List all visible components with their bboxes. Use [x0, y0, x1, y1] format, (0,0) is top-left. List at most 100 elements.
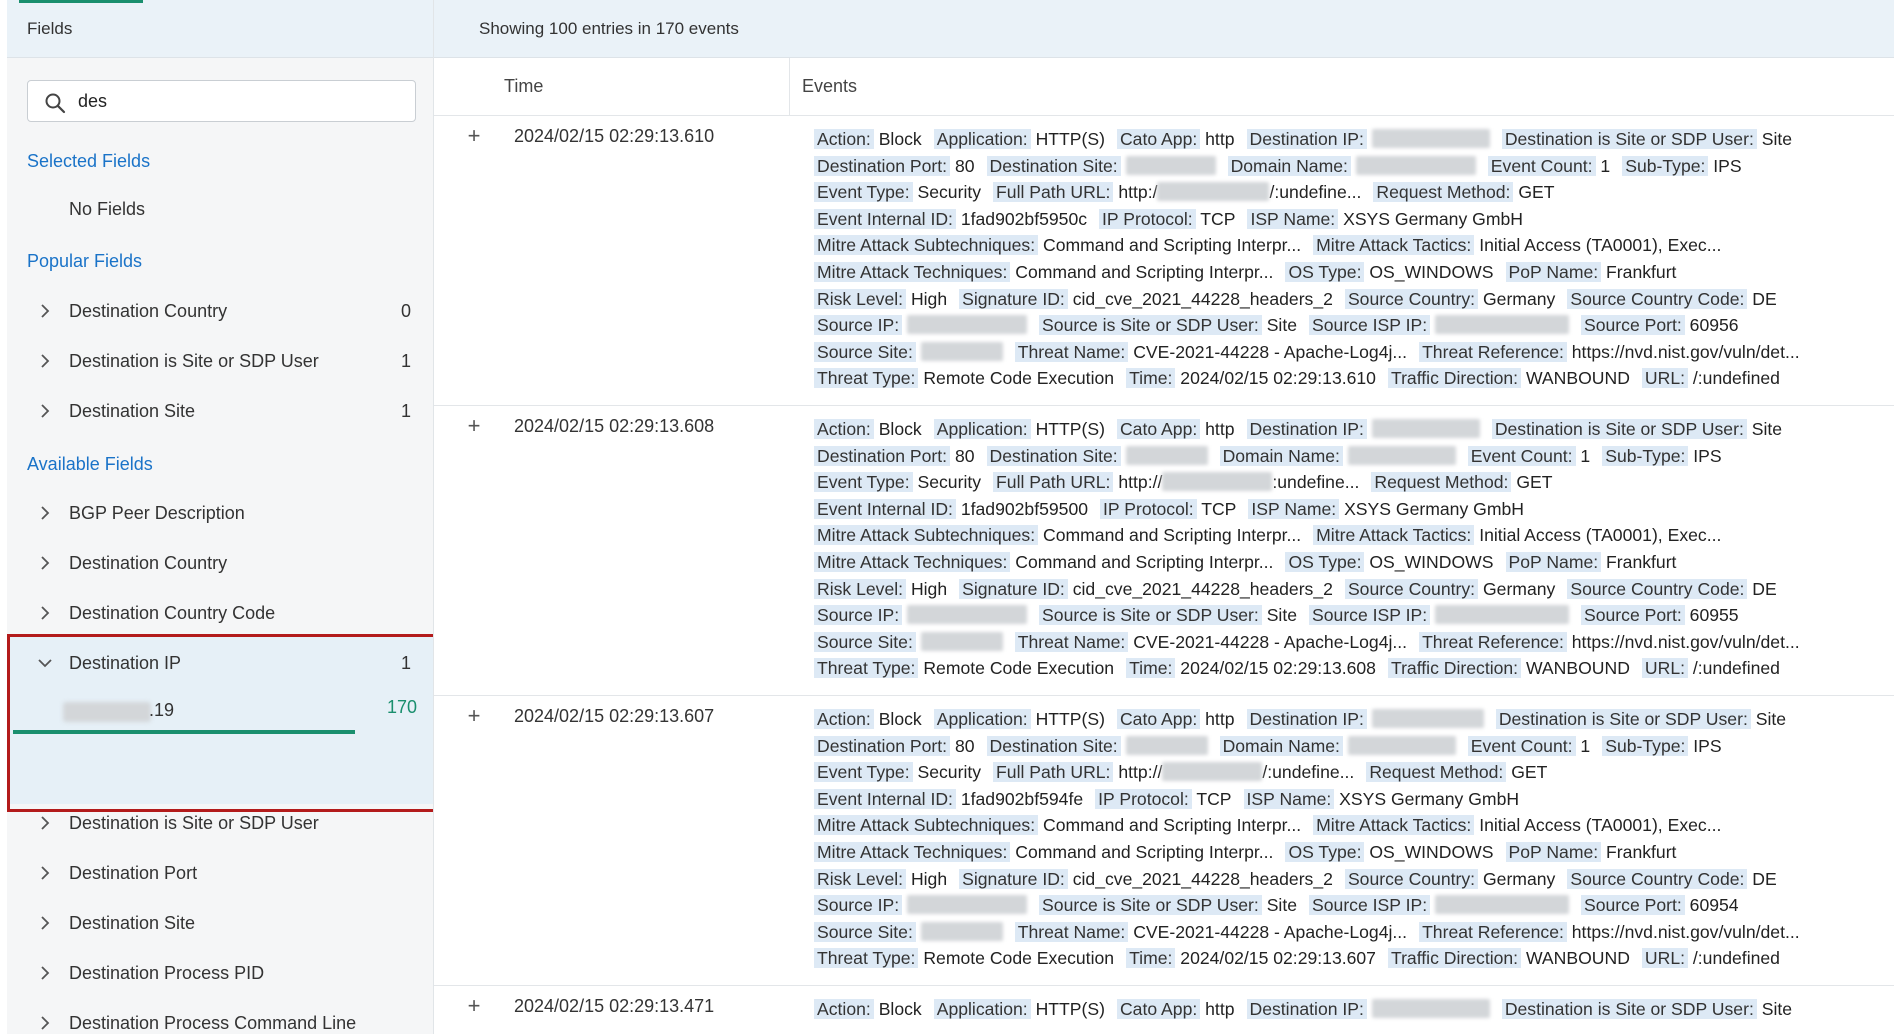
event-field-key[interactable]: Mitre Attack Techniques:: [814, 841, 1011, 862]
event-field-key[interactable]: Source is Site or SDP User:: [1039, 605, 1262, 626]
event-field-value[interactable]: 1: [1600, 156, 1610, 176]
event-field-key[interactable]: Mitre Attack Tactics:: [1313, 235, 1475, 256]
event-field-value[interactable]: 1: [1580, 446, 1590, 466]
event-field-value[interactable]: https://nvd.nist.gov/vuln/det...: [1572, 922, 1800, 942]
event-field-value[interactable]: cid_cve_2021_44228_headers_2: [1073, 579, 1333, 599]
event-field-value[interactable]: Command and Scripting Interpr...: [1043, 525, 1301, 545]
expand-plus-icon[interactable]: +: [462, 124, 486, 148]
event-field-key[interactable]: Request Method:: [1373, 182, 1514, 203]
chevron-down-icon[interactable]: [37, 655, 53, 671]
event-field-key[interactable]: Event Count:: [1487, 155, 1596, 176]
event-field-key[interactable]: Threat Type:: [814, 948, 919, 969]
event-field-value[interactable]: 60955: [1690, 605, 1739, 625]
event-field-key[interactable]: Risk Level:: [814, 868, 907, 889]
event-field-value[interactable]: Site: [1752, 419, 1782, 439]
event-field-value[interactable]: Site: [1762, 999, 1792, 1019]
event-field-key[interactable]: Destination IP:: [1246, 709, 1367, 729]
event-field-value[interactable]: IPS: [1693, 446, 1721, 466]
event-field-value[interactable]: OS_WINDOWS: [1369, 842, 1493, 862]
event-field-key[interactable]: Event Type:: [814, 762, 913, 783]
event-field-value[interactable]: 1fad902bf594fe: [961, 789, 1083, 809]
event-row[interactable]: +2024/02/15 02:29:13.471 Action: Block App…: [434, 986, 1894, 1034]
event-field-key[interactable]: Cato App:: [1116, 709, 1201, 729]
event-field-value[interactable]: Remote Code Execution: [923, 368, 1114, 388]
event-field-key[interactable]: Destination Port:: [814, 155, 951, 176]
event-field-value[interactable]: Site: [1762, 129, 1792, 149]
event-field-key[interactable]: Time:: [1126, 948, 1176, 969]
event-field-key[interactable]: Action:: [814, 709, 874, 729]
event-field-key[interactable]: Source ISP IP:: [1309, 895, 1431, 916]
event-field-key[interactable]: Event Internal ID:: [814, 788, 956, 809]
event-field-value[interactable]: CVE-2021-44228 - Apache-Log4j...: [1133, 922, 1407, 942]
event-field-key[interactable]: Threat Name:: [1014, 921, 1129, 942]
event-field-key[interactable]: Signature ID:: [959, 288, 1068, 309]
event-field-value[interactable]: 1fad902bf5950c: [961, 209, 1087, 229]
field-row[interactable]: Destination Port: [7, 854, 433, 894]
event-field-key[interactable]: Domain Name:: [1219, 735, 1343, 756]
event-field-key[interactable]: ISP Name:: [1247, 208, 1339, 229]
event-field-value[interactable]: Block: [879, 129, 922, 149]
event-field-key[interactable]: Cato App:: [1116, 999, 1201, 1019]
event-field-value[interactable]: http: [1205, 999, 1234, 1019]
event-field-value[interactable]: Command and Scripting Interpr...: [1015, 842, 1273, 862]
column-header-events[interactable]: Events: [802, 76, 857, 97]
event-field-value[interactable]: /:undefined: [1693, 658, 1780, 678]
event-field-value[interactable]: HTTP(S): [1036, 999, 1105, 1019]
field-row[interactable]: Destination Process Command Line: [7, 1004, 433, 1034]
event-field-key[interactable]: Domain Name:: [1219, 445, 1343, 466]
event-field-value[interactable]: Block: [879, 999, 922, 1019]
field-row[interactable]: Destination Process PID: [7, 954, 433, 994]
event-field-key[interactable]: Source Country Code:: [1567, 578, 1748, 599]
event-field-value[interactable]: /:undefine...: [1269, 182, 1361, 202]
event-field-key[interactable]: Source is Site or SDP User:: [1039, 895, 1262, 916]
event-field-value[interactable]: 80: [955, 446, 975, 466]
expand-plus-icon[interactable]: +: [462, 414, 486, 438]
event-field-value[interactable]: 1fad902bf59500: [961, 499, 1088, 519]
event-field-key[interactable]: Source ISP IP:: [1309, 315, 1431, 336]
event-field-key[interactable]: Destination Port:: [814, 735, 951, 756]
event-field-key[interactable]: Sub-Type:: [1602, 735, 1689, 756]
event-field-key[interactable]: Request Method:: [1371, 472, 1512, 493]
event-field-value[interactable]: 2024/02/15 02:29:13.610: [1180, 368, 1376, 388]
event-field-key[interactable]: Threat Reference:: [1419, 921, 1567, 942]
event-field-key[interactable]: Source Port:: [1580, 895, 1685, 916]
event-field-key[interactable]: Cato App:: [1116, 129, 1201, 149]
event-field-value[interactable]: Frankfurt: [1606, 262, 1676, 282]
event-field-key[interactable]: ISP Name:: [1248, 498, 1340, 519]
event-row[interactable]: +2024/02/15 02:29:13.608 Action: Block App…: [434, 406, 1894, 696]
event-field-key[interactable]: Destination Site:: [986, 445, 1121, 466]
event-field-value[interactable]: Initial Access (TA0001), Exec...: [1479, 815, 1721, 835]
event-field-value[interactable]: OS_WINDOWS: [1369, 552, 1493, 572]
event-field-key[interactable]: Full Path URL:: [993, 472, 1114, 493]
event-field-key[interactable]: Event Internal ID:: [814, 208, 956, 229]
event-field-key[interactable]: Time:: [1126, 658, 1176, 679]
event-field-key[interactable]: Threat Reference:: [1419, 341, 1567, 362]
event-field-value[interactable]: CVE-2021-44228 - Apache-Log4j...: [1133, 632, 1407, 652]
event-field-key[interactable]: IP Protocol:: [1095, 788, 1192, 809]
event-field-value[interactable]: HTTP(S): [1036, 709, 1105, 729]
event-field-key[interactable]: IP Protocol:: [1100, 498, 1197, 519]
event-field-key[interactable]: Full Path URL:: [993, 182, 1114, 203]
event-field-key[interactable]: Risk Level:: [814, 288, 907, 309]
event-field-value[interactable]: GET: [1516, 472, 1552, 492]
event-field-value[interactable]: XSYS Germany GmbH: [1344, 499, 1524, 519]
event-field-value[interactable]: 60954: [1690, 895, 1739, 915]
event-field-value[interactable]: Security: [917, 472, 981, 492]
event-field-key[interactable]: Traffic Direction:: [1387, 658, 1522, 679]
event-field-value[interactable]: Command and Scripting Interpr...: [1015, 262, 1273, 282]
event-field-key[interactable]: Mitre Attack Tactics:: [1313, 815, 1475, 836]
event-field-value[interactable]: Site: [1267, 605, 1297, 625]
event-field-value[interactable]: IPS: [1693, 736, 1721, 756]
event-field-value[interactable]: http://: [1118, 762, 1162, 782]
event-field-key[interactable]: IP Protocol:: [1099, 208, 1196, 229]
event-field-key[interactable]: Action:: [814, 129, 874, 149]
event-field-key[interactable]: Time:: [1126, 368, 1176, 389]
event-field-value[interactable]: HTTP(S): [1036, 419, 1105, 439]
event-field-value[interactable]: Remote Code Execution: [923, 658, 1114, 678]
event-field-key[interactable]: Application:: [933, 709, 1031, 729]
event-field-key[interactable]: Source Country:: [1344, 868, 1479, 889]
event-field-key[interactable]: Threat Type:: [814, 658, 919, 679]
field-value-row[interactable]: .19 170: [63, 694, 417, 734]
event-row[interactable]: +2024/02/15 02:29:13.610 Action: Block App…: [434, 116, 1894, 406]
event-field-key[interactable]: Event Internal ID:: [814, 498, 956, 519]
